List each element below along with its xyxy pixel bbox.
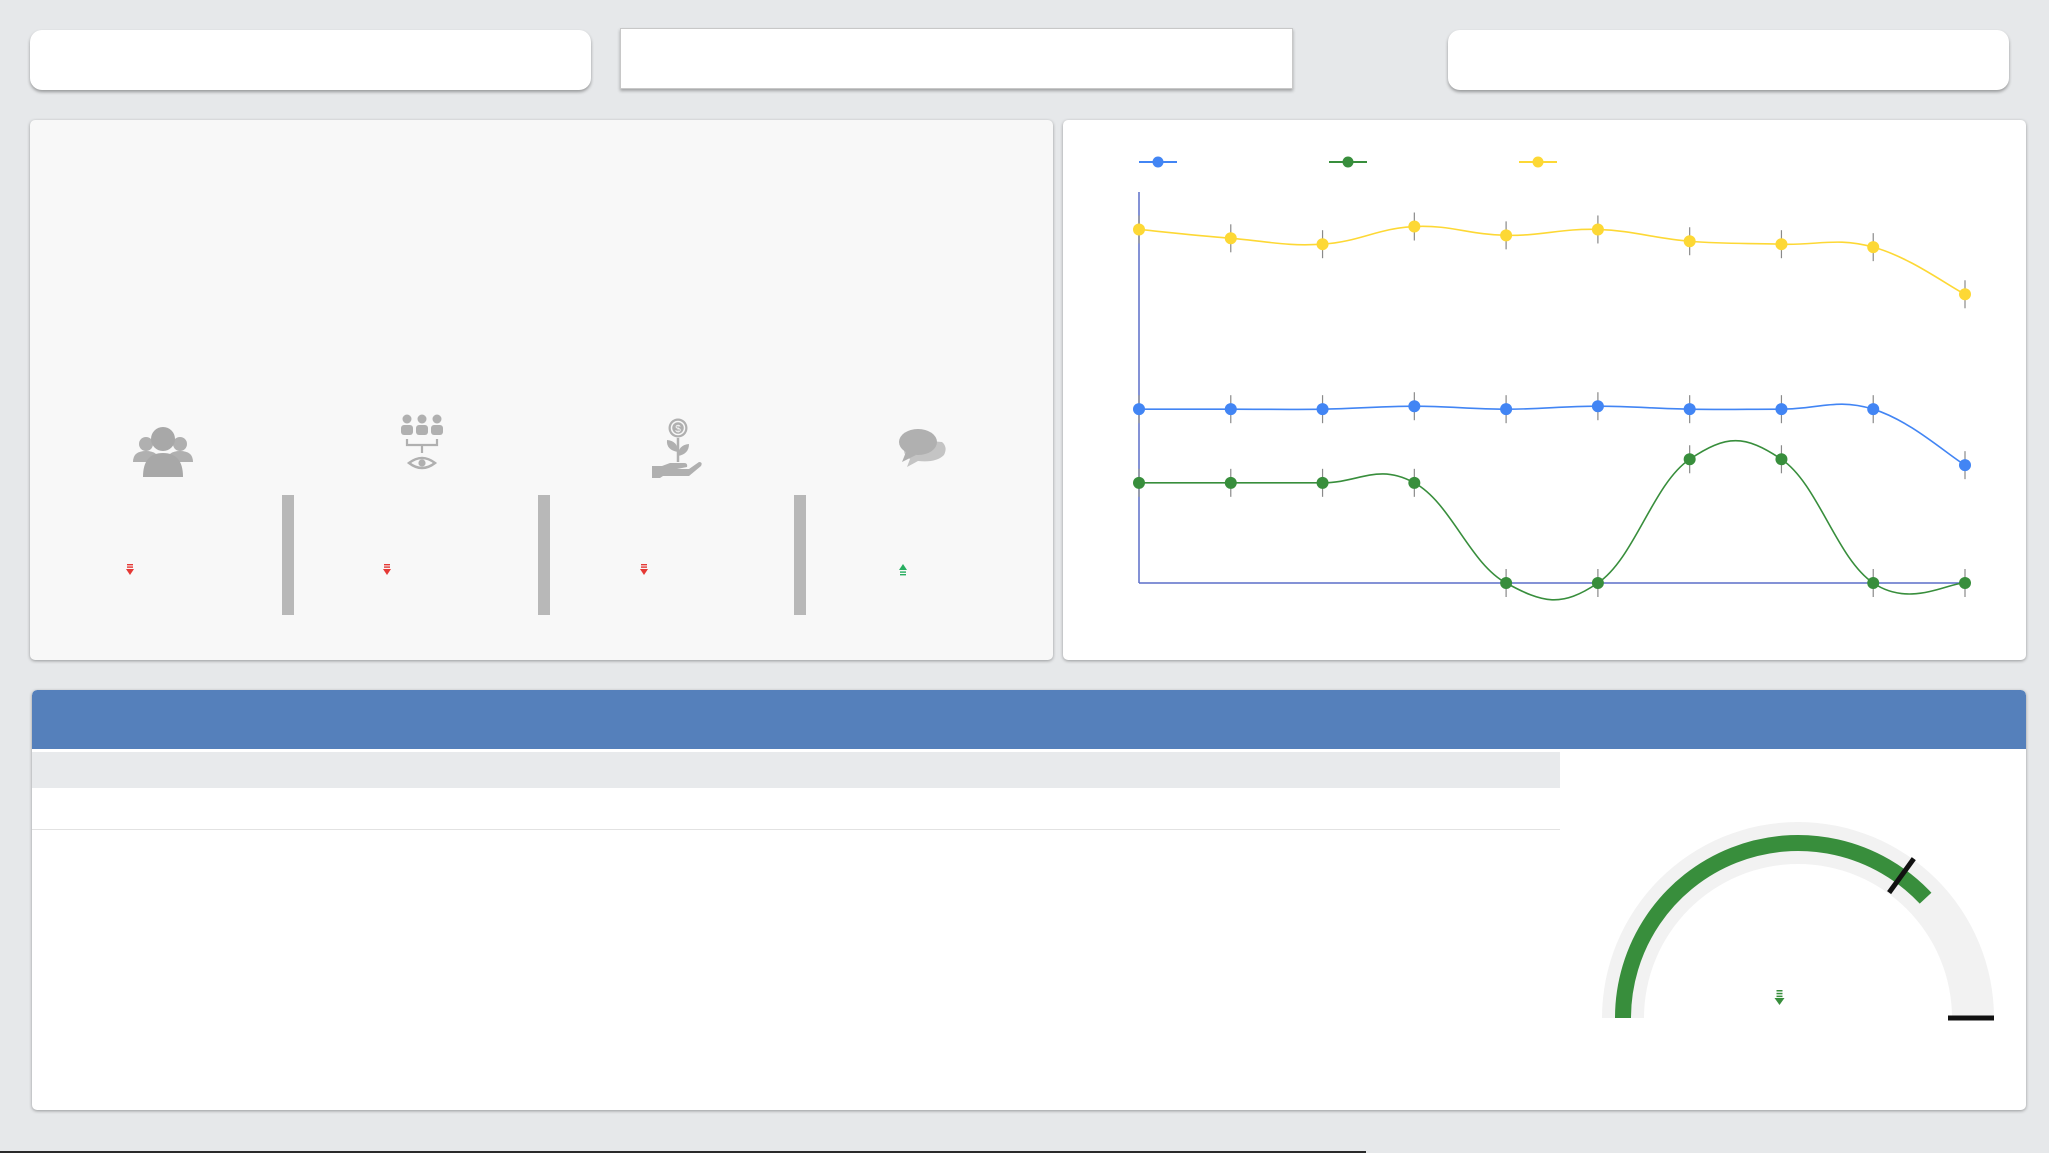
left-filter-dropdown[interactable] bbox=[30, 30, 591, 90]
data-point bbox=[1591, 223, 1604, 236]
data-point bbox=[1316, 403, 1329, 416]
data-point bbox=[1959, 288, 1971, 301]
team-vision-icon bbox=[401, 414, 443, 470]
data-point bbox=[1867, 577, 1880, 589]
data-point bbox=[1683, 235, 1696, 248]
kpi-divider bbox=[538, 495, 550, 615]
data-point bbox=[1500, 577, 1513, 589]
search-input[interactable] bbox=[621, 29, 1292, 88]
data-point bbox=[1683, 403, 1696, 416]
chat-bubbles-icon bbox=[899, 429, 946, 467]
data-point bbox=[1775, 403, 1788, 416]
gauge-chart bbox=[1602, 822, 1994, 1021]
chart-panel bbox=[1063, 120, 2026, 660]
data-point bbox=[1867, 403, 1880, 416]
users-group-icon bbox=[133, 427, 193, 477]
right-filter-dropdown[interactable] bbox=[1448, 30, 2009, 90]
trend-down-icon bbox=[383, 564, 391, 575]
data-point bbox=[1775, 238, 1788, 251]
data-point bbox=[1408, 476, 1421, 489]
data-point bbox=[1867, 241, 1880, 254]
data-point bbox=[1133, 403, 1145, 416]
data-point bbox=[1224, 476, 1237, 489]
legend-swatch-marker bbox=[1152, 156, 1164, 168]
bottom-panel bbox=[32, 690, 2026, 1110]
data-point bbox=[1959, 459, 1971, 472]
data-point bbox=[1591, 577, 1604, 589]
data-point bbox=[1224, 232, 1237, 245]
data-point bbox=[1316, 238, 1329, 251]
kpi-panel: $ bbox=[30, 120, 1053, 660]
series-line bbox=[1139, 403, 1966, 466]
legend-swatch-marker bbox=[1342, 156, 1354, 168]
data-point bbox=[1408, 400, 1421, 413]
data-point bbox=[1408, 220, 1421, 233]
data-point bbox=[1959, 577, 1971, 589]
data-point bbox=[1775, 453, 1788, 466]
data-point bbox=[1500, 403, 1513, 416]
money-plant-hand-icon: $ bbox=[652, 418, 702, 478]
legend-swatch-marker bbox=[1532, 156, 1544, 168]
trend-up-icon bbox=[899, 564, 907, 576]
data-point bbox=[1316, 476, 1329, 489]
data-point bbox=[1683, 453, 1696, 466]
table-row[interactable] bbox=[32, 788, 1560, 830]
series-line bbox=[1139, 440, 1966, 601]
data-point bbox=[1224, 403, 1237, 416]
data-point bbox=[1133, 223, 1145, 236]
kpi-divider bbox=[282, 495, 294, 615]
data-point bbox=[1591, 400, 1604, 413]
svg-text:$: $ bbox=[675, 424, 681, 435]
trend-down-icon bbox=[1774, 990, 1785, 1005]
series-line bbox=[1138, 225, 1966, 295]
data-point bbox=[1133, 476, 1145, 489]
search-box[interactable] bbox=[620, 28, 1293, 89]
trend-down-icon bbox=[126, 564, 134, 575]
kpi-divider bbox=[794, 495, 806, 615]
data-point bbox=[1500, 229, 1513, 242]
trend-down-icon bbox=[640, 564, 648, 575]
table-header-row bbox=[32, 752, 1560, 788]
line-chart bbox=[1133, 156, 1971, 601]
panel-header bbox=[32, 690, 2026, 749]
